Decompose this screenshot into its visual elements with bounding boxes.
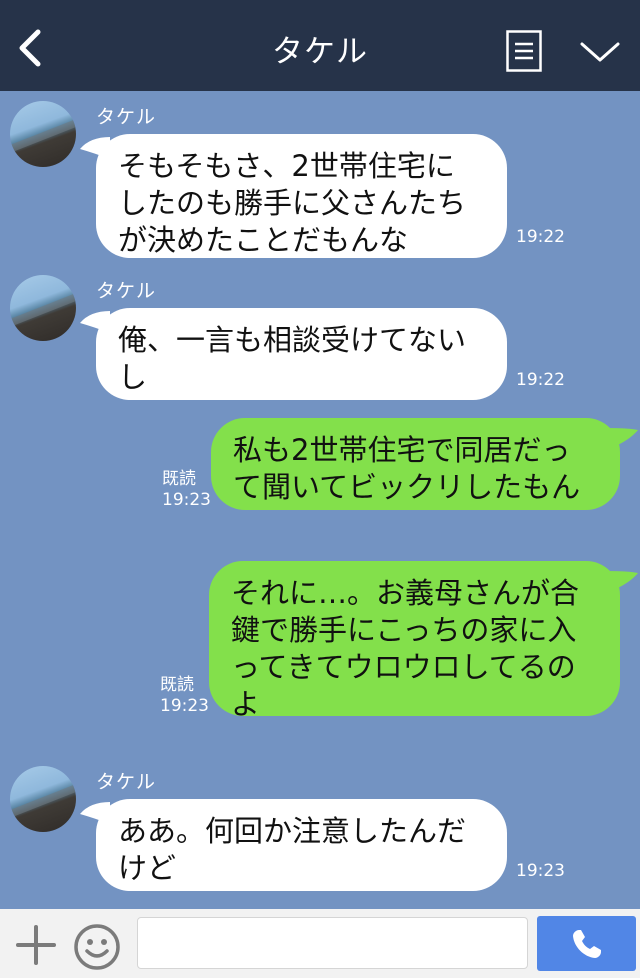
phone-icon (573, 930, 601, 958)
chat-header: タケル (0, 0, 640, 91)
read-receipt: 既読 (160, 675, 194, 695)
message-time: 19:22 (516, 227, 565, 247)
message-list[interactable]: タケル そもそもさ、2世帯住宅に したのも勝手に父さんたち が決めたことだもんな… (0, 91, 640, 909)
bubble-tail (606, 428, 638, 450)
message-bubble[interactable]: ああ。何回か注意したんだ けど (96, 799, 507, 891)
input-bar (0, 909, 640, 978)
message-time: 19:22 (516, 370, 565, 390)
sender-name: タケル (96, 280, 157, 302)
smile-icon[interactable] (73, 923, 121, 971)
message-bubble[interactable]: それに…。お義母さんが合 鍵で勝手にこっちの家に入 ってきてウロウロしてるの よ (209, 561, 620, 721)
message-bubble[interactable]: 私も2世帯住宅で同居だっ て聞いてビックリしたもん (211, 418, 620, 510)
read-receipt: 既読 (162, 469, 196, 489)
avatar[interactable] (10, 275, 76, 341)
plus-icon[interactable] (15, 924, 57, 966)
avatar[interactable] (10, 766, 76, 832)
avatar[interactable] (10, 101, 76, 167)
sender-name: タケル (96, 771, 157, 793)
message-time: 19:23 (160, 696, 209, 716)
list-icon[interactable] (506, 30, 542, 72)
bubble-tail (606, 571, 638, 593)
chevron-down-icon[interactable] (578, 38, 622, 66)
sender-name: タケル (96, 106, 157, 128)
message-input[interactable] (137, 917, 528, 969)
message-bubble[interactable]: そもそもさ、2世帯住宅に したのも勝手に父さんたち が決めたことだもんな (96, 134, 507, 258)
message-time: 19:23 (162, 490, 211, 510)
call-button[interactable] (537, 916, 636, 971)
message-time: 19:23 (516, 861, 565, 881)
message-bubble[interactable]: 俺、一言も相談受けてない し (96, 308, 507, 400)
chat-title: タケル (272, 34, 368, 70)
